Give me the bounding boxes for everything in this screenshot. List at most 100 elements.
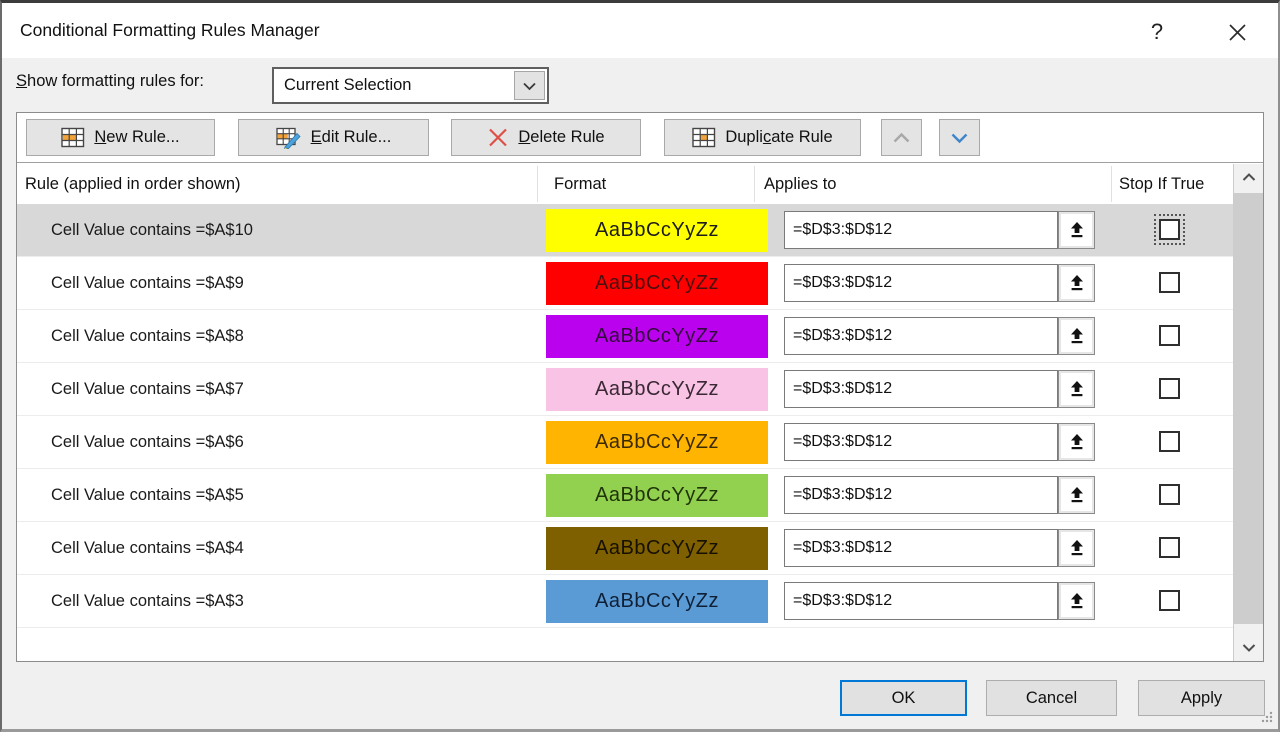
collapse-dialog-button[interactable] [1058, 317, 1095, 355]
delete-rule-button[interactable]: Delete Rule [451, 119, 641, 156]
format-preview-swatch: AaBbCcYyZz [546, 368, 768, 411]
scrollbar-down-button[interactable] [1234, 634, 1263, 661]
rule-description: Cell Value contains =$A$7 [51, 363, 244, 415]
collapse-range-arrow-icon [1069, 433, 1085, 451]
table-row[interactable]: Cell Value contains =$A$10 AaBbCcYyZz [17, 204, 1233, 257]
duplicate-rule-grid-icon [692, 127, 716, 148]
header-format: Format [554, 164, 606, 204]
applies-to-input[interactable] [784, 582, 1058, 620]
collapse-dialog-button[interactable] [1058, 264, 1095, 302]
format-preview-text: AaBbCcYyZz [595, 272, 719, 295]
new-rule-button[interactable]: New Rule... [26, 119, 215, 156]
stop-if-true-checkbox[interactable] [1159, 325, 1180, 346]
scrollbar-thumb[interactable] [1234, 193, 1263, 624]
edit-rule-label: Edit Rule... [311, 128, 392, 147]
title-bar: Conditional Formatting Rules Manager ? [2, 3, 1278, 58]
collapse-range-arrow-icon [1069, 539, 1085, 557]
collapse-dialog-button[interactable] [1058, 211, 1095, 249]
table-row[interactable]: Cell Value contains =$A$3 AaBbCcYyZz [17, 575, 1233, 628]
format-preview-text: AaBbCcYyZz [595, 325, 719, 348]
scope-dropdown-arrow-button[interactable] [514, 71, 545, 100]
rule-description: Cell Value contains =$A$10 [51, 204, 253, 256]
collapse-range-arrow-icon [1069, 486, 1085, 504]
collapse-range-arrow-icon [1069, 221, 1085, 239]
apply-button[interactable]: Apply [1138, 680, 1265, 716]
stop-if-true-checkbox[interactable] [1159, 272, 1180, 293]
format-preview-swatch: AaBbCcYyZz [546, 527, 768, 570]
format-preview-text: AaBbCcYyZz [595, 219, 719, 242]
close-button[interactable] [1220, 17, 1254, 47]
header-applies-to: Applies to [764, 164, 836, 204]
duplicate-rule-button[interactable]: Duplicate Rule [664, 119, 861, 156]
stop-if-true-checkbox[interactable] [1159, 431, 1180, 452]
applies-to-group [784, 476, 1095, 514]
applies-to-input[interactable] [784, 211, 1058, 249]
format-preview-swatch: AaBbCcYyZz [546, 209, 768, 252]
format-preview-text: AaBbCcYyZz [595, 431, 719, 454]
applies-to-group [784, 317, 1095, 355]
scroll-up-arrow-icon [1242, 173, 1256, 182]
format-preview-swatch: AaBbCcYyZz [546, 421, 768, 464]
table-row[interactable]: Cell Value contains =$A$8 AaBbCcYyZz [17, 310, 1233, 363]
header-divider [1111, 166, 1112, 202]
collapse-dialog-button[interactable] [1058, 476, 1095, 514]
applies-to-group [784, 264, 1095, 302]
stop-if-true-checkbox[interactable] [1159, 537, 1180, 558]
rule-description: Cell Value contains =$A$6 [51, 416, 244, 468]
header-divider [754, 166, 755, 202]
header-stop-if-true: Stop If True [1119, 164, 1204, 204]
rules-panel: New Rule... Edit Rule... [16, 112, 1264, 662]
stop-if-true-checkbox[interactable] [1159, 219, 1180, 240]
scroll-down-arrow-icon [1242, 643, 1256, 652]
table-row[interactable]: Cell Value contains =$A$6 AaBbCcYyZz [17, 416, 1233, 469]
cancel-button[interactable]: Cancel [986, 680, 1117, 716]
rule-description: Cell Value contains =$A$3 [51, 575, 244, 627]
applies-to-input[interactable] [784, 317, 1058, 355]
header-rule: Rule (applied in order shown) [25, 164, 241, 204]
rule-description: Cell Value contains =$A$9 [51, 257, 244, 309]
close-icon [1228, 23, 1247, 42]
rule-description: Cell Value contains =$A$8 [51, 310, 244, 362]
new-rule-label: New Rule... [94, 128, 179, 147]
collapse-range-arrow-icon [1069, 380, 1085, 398]
resize-grip[interactable] [1258, 708, 1274, 724]
move-rule-down-button[interactable] [939, 119, 980, 156]
table-row[interactable]: Cell Value contains =$A$9 AaBbCcYyZz [17, 257, 1233, 310]
ok-button[interactable]: OK [840, 680, 967, 716]
move-rule-up-button[interactable] [881, 119, 922, 156]
collapse-dialog-button[interactable] [1058, 529, 1095, 567]
format-preview-text: AaBbCcYyZz [595, 378, 719, 401]
help-button[interactable]: ? [1142, 17, 1172, 47]
format-preview-swatch: AaBbCcYyZz [546, 315, 768, 358]
stop-if-true-checkbox[interactable] [1159, 590, 1180, 611]
stop-if-true-checkbox[interactable] [1159, 484, 1180, 505]
scope-dropdown-value: Current Selection [284, 69, 411, 102]
scrollbar-up-button[interactable] [1234, 164, 1263, 191]
applies-to-group [784, 211, 1095, 249]
format-preview-text: AaBbCcYyZz [595, 537, 719, 560]
edit-rule-pencil-icon [276, 127, 302, 149]
header-divider [537, 166, 538, 202]
vertical-scrollbar[interactable] [1233, 164, 1263, 661]
applies-to-group [784, 370, 1095, 408]
applies-to-input[interactable] [784, 370, 1058, 408]
show-rules-label: Show formatting rules for: [16, 72, 204, 91]
chevron-down-icon [950, 132, 969, 144]
edit-rule-button[interactable]: Edit Rule... [238, 119, 429, 156]
collapse-dialog-button[interactable] [1058, 370, 1095, 408]
format-preview-text: AaBbCcYyZz [595, 484, 719, 507]
applies-to-group [784, 423, 1095, 461]
table-row[interactable]: Cell Value contains =$A$5 AaBbCcYyZz [17, 469, 1233, 522]
scope-dropdown[interactable]: Current Selection [272, 67, 549, 104]
table-row[interactable]: Cell Value contains =$A$7 AaBbCcYyZz [17, 363, 1233, 416]
table-row[interactable]: Cell Value contains =$A$4 AaBbCcYyZz [17, 522, 1233, 575]
rule-description: Cell Value contains =$A$5 [51, 469, 244, 521]
applies-to-input[interactable] [784, 423, 1058, 461]
collapse-dialog-button[interactable] [1058, 582, 1095, 620]
applies-to-input[interactable] [784, 264, 1058, 302]
applies-to-input[interactable] [784, 476, 1058, 514]
applies-to-input[interactable] [784, 529, 1058, 567]
collapse-dialog-button[interactable] [1058, 423, 1095, 461]
stop-if-true-checkbox[interactable] [1159, 378, 1180, 399]
format-preview-text: AaBbCcYyZz [595, 590, 719, 613]
